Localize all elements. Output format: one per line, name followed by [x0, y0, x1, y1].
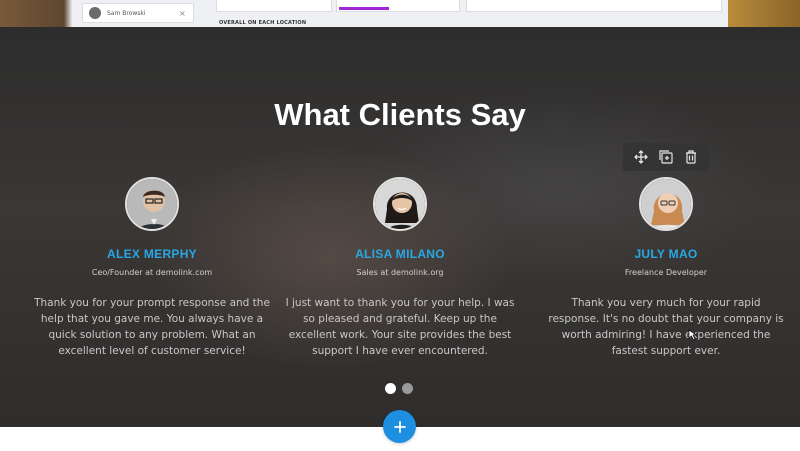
user-chip-avatar: [89, 7, 101, 19]
plus-icon: [393, 420, 406, 433]
overall-label: OVERALL ON EACH LOCATION: [219, 20, 307, 26]
testimonial-item: JULY MAO Freelance Developer Thank you v…: [536, 177, 796, 359]
move-icon[interactable]: [632, 148, 650, 166]
block-toolbar: [623, 143, 709, 171]
carousel-dot-1[interactable]: [385, 383, 396, 394]
avatar: [639, 177, 693, 231]
user-chip-name: Sam Browski: [107, 9, 146, 17]
client-quote: Thank you very much for your rapid respo…: [548, 297, 784, 357]
section-title: What Clients Say: [274, 97, 526, 132]
client-role: Freelance Developer: [624, 268, 708, 277]
user-chip[interactable]: Sam Browski ×: [82, 3, 194, 23]
dashboard-preview: Sam Browski × OVERALL ON EACH LOCATION: [72, 0, 728, 27]
testimonial-item: ALEX MERPHY Ceo/Founder at demolink.com …: [22, 177, 282, 359]
mouse-cursor-icon: [688, 329, 698, 341]
duplicate-icon[interactable]: [657, 148, 675, 166]
preview-bar: [339, 7, 389, 10]
avatar: [125, 177, 179, 231]
client-role: Ceo/Founder at demolink.com: [91, 268, 213, 277]
avatar: [373, 177, 427, 231]
preview-card: [216, 0, 332, 12]
client-quote: I just want to thank you for your help. …: [285, 297, 515, 357]
preview-card: [336, 0, 460, 12]
trash-icon[interactable]: [682, 148, 700, 166]
client-name: ALISA MILANO: [355, 247, 445, 261]
close-icon[interactable]: ×: [179, 9, 193, 18]
carousel-dots: [385, 383, 413, 394]
preview-card: [466, 0, 722, 12]
testimonials-section[interactable]: What Clients Say ALEX MERPHY Ceo/Founder…: [0, 27, 800, 427]
preview-strip: Sam Browski × OVERALL ON EACH LOCATION: [0, 0, 800, 27]
carousel-dot-2[interactable]: [402, 383, 413, 394]
client-name: ALEX MERPHY: [107, 247, 197, 261]
page: Sam Browski × OVERALL ON EACH LOCATION W…: [0, 0, 800, 451]
client-quote: Thank you for your prompt response and t…: [34, 297, 270, 357]
client-name: JULY MAO: [634, 247, 698, 261]
add-block-button[interactable]: [383, 410, 416, 443]
testimonial-item: ALISA MILANO Sales at demolink.org I jus…: [270, 177, 530, 359]
client-role: Sales at demolink.org: [356, 268, 444, 277]
